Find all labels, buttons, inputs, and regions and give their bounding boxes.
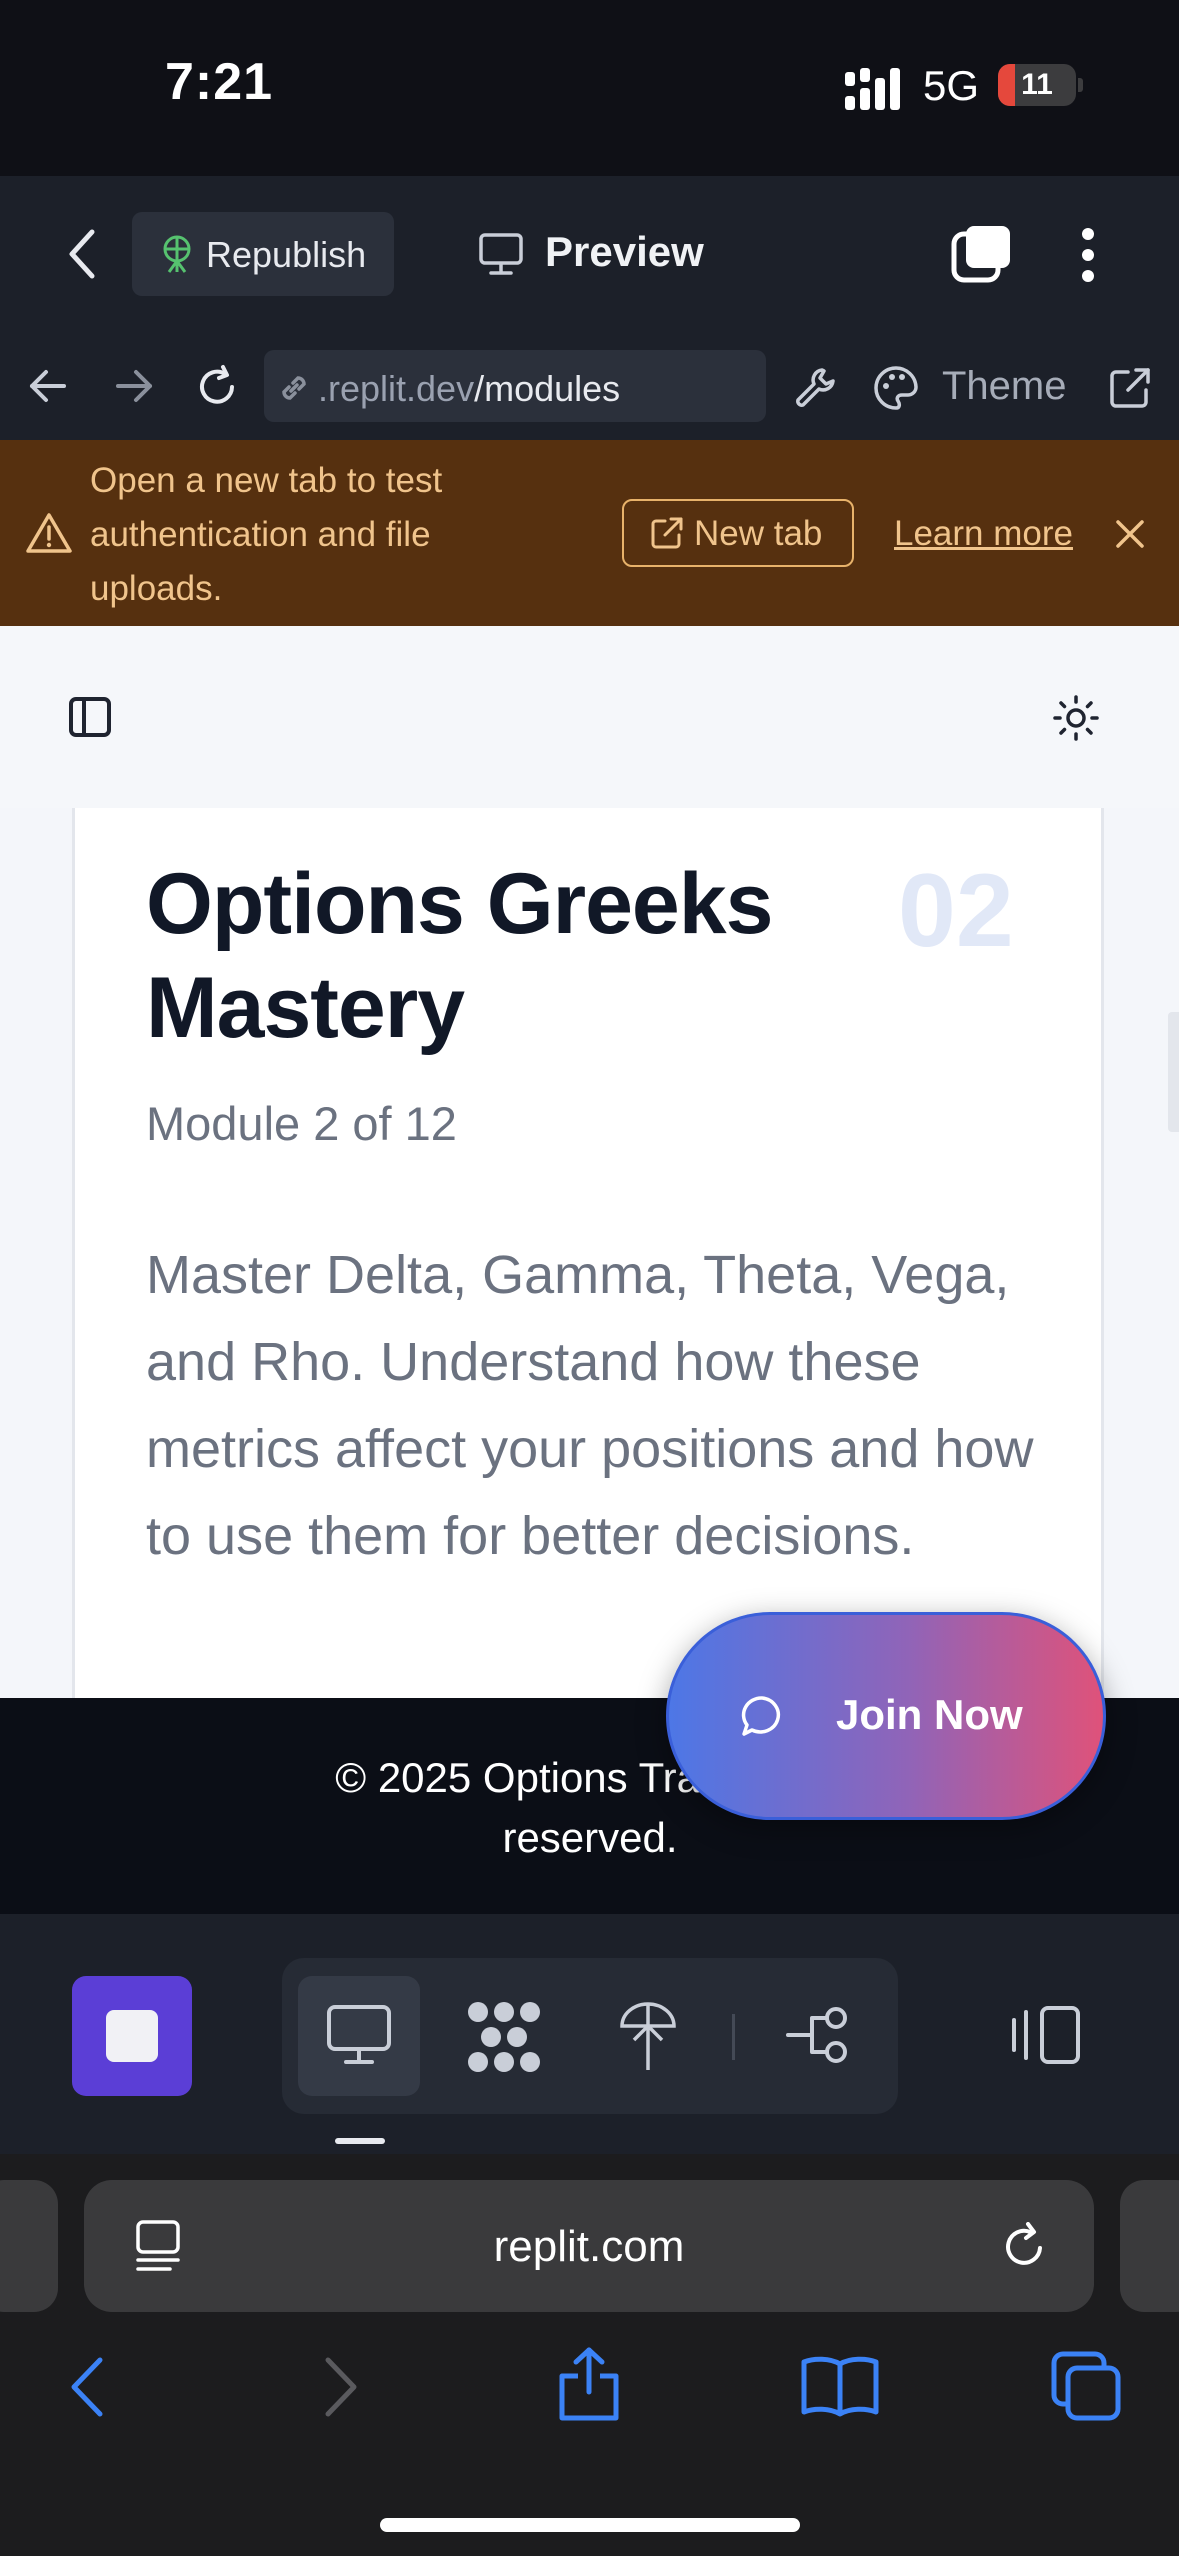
close-icon[interactable]	[1114, 518, 1146, 550]
active-tab-indicator	[335, 2138, 385, 2144]
url-text: .replit.dev/modules	[318, 368, 620, 410]
republish-label: Republish	[206, 234, 367, 275]
module-number: 02	[898, 853, 1014, 969]
new-tab-label: New tab	[694, 514, 823, 553]
bookmarks-icon[interactable]	[800, 2354, 880, 2418]
link-icon	[282, 376, 306, 400]
battery-level: 11	[1021, 68, 1053, 101]
join-now-label: Join Now	[836, 1691, 1023, 1738]
theme-button[interactable]: Theme	[942, 364, 1067, 409]
stop-icon	[106, 2010, 158, 2062]
dots-grid-icon[interactable]	[466, 2000, 542, 2074]
wrench-icon[interactable]	[792, 364, 838, 410]
status-time: 7:21	[165, 53, 274, 111]
sun-icon[interactable]	[1052, 694, 1100, 742]
desktop-icon	[327, 2005, 391, 2064]
tree-icon[interactable]	[618, 2000, 678, 2072]
scroll-edge	[1168, 1012, 1179, 1132]
monitor-icon	[479, 233, 523, 275]
battery-tip	[1078, 78, 1083, 92]
stop-button[interactable]	[72, 1976, 192, 2096]
tabs-icon[interactable]	[1050, 2350, 1122, 2422]
reload-icon[interactable]	[1000, 2222, 1050, 2274]
more-vertical-icon[interactable]	[1078, 226, 1098, 284]
module-title: Options Greeks Mastery	[146, 856, 773, 1056]
external-link-icon[interactable]	[1108, 366, 1152, 410]
stack-icon[interactable]	[950, 222, 1014, 286]
reload-icon[interactable]	[194, 364, 240, 410]
republish-icon	[163, 235, 191, 273]
safari-url-text: replit.com	[493, 2222, 685, 2271]
forward-arrow-icon[interactable]	[114, 368, 154, 404]
signal-icon	[845, 68, 900, 110]
chat-icon	[741, 1696, 780, 1736]
external-link-icon	[651, 517, 683, 549]
share-icon[interactable]	[556, 2346, 622, 2422]
warning-icon	[26, 513, 72, 553]
divider	[732, 2014, 735, 2060]
preview-tab[interactable]: Preview	[545, 228, 704, 276]
module-description: Master Delta, Gamma, Theta, Vega, and Rh…	[146, 1245, 1034, 1566]
banner-message: Open a new tab to test authentication an…	[90, 461, 443, 608]
panel-icon[interactable]	[1010, 2004, 1082, 2066]
share-flow-icon[interactable]	[786, 2004, 852, 2066]
url-host: .replit.dev	[318, 368, 475, 409]
forward-icon[interactable]	[322, 2356, 362, 2418]
sidebar-toggle-icon[interactable]	[68, 696, 112, 738]
palette-icon[interactable]	[872, 364, 920, 412]
back-arrow-icon[interactable]	[28, 368, 68, 404]
learn-more-link[interactable]: Learn more	[894, 514, 1073, 554]
module-subtitle: Module 2 of 12	[146, 1097, 457, 1150]
home-indicator	[380, 2518, 800, 2532]
back-chevron-icon[interactable]	[64, 226, 100, 282]
network-type: 5G	[923, 62, 980, 109]
safari-next-tab[interactable]	[1120, 2180, 1179, 2312]
footer-line-2: reserved.	[502, 1814, 678, 1861]
page-header	[0, 626, 1179, 810]
safari-prev-tab[interactable]	[0, 2180, 58, 2312]
url-path: /modules	[474, 368, 621, 409]
battery-indicator: 11	[998, 64, 1076, 106]
back-icon[interactable]	[66, 2356, 106, 2418]
